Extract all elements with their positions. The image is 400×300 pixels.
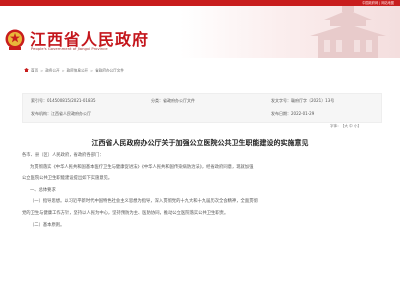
location-icon bbox=[24, 68, 29, 72]
article-title: 江西省人民政府办公厅关于加强公立医院公共卫生职能建设的实施意见 bbox=[91, 139, 309, 147]
paragraph: 为贯彻落实《中华人民共和国基本医疗卫生与健康促进法》《中华人民共和国传染病防治法… bbox=[30, 164, 254, 170]
site-header: 江西省人民政府 People's Government of Jiangxi P… bbox=[0, 6, 400, 58]
font-size-control[interactable]: 字体：【大 中 小】 bbox=[330, 124, 361, 129]
salutation: 各市、县（区）人民政府，省政府各部门： bbox=[22, 153, 104, 158]
meta-category: 分类：省政府办公厅文件 bbox=[151, 98, 195, 103]
paragraph: 党的卫生与健康工作方针，坚持以人民为中心，坚持预防为主、医防协同，推动公立医院落… bbox=[22, 210, 229, 216]
meta-issuer: 发布机构：江西省人民政府办公厅 bbox=[31, 111, 91, 116]
pavilion-illustration bbox=[310, 6, 386, 58]
paragraph: （二）基本原则。 bbox=[30, 222, 65, 228]
section-heading: 一、总体要求 bbox=[30, 187, 56, 193]
breadcrumb-item-home[interactable]: 首页 bbox=[31, 69, 38, 73]
breadcrumb-item-docs[interactable]: 省政府办公厅文件 bbox=[95, 69, 124, 73]
document-meta: 索引号：014500815/2021-01835 分类：省政府办公厅文件 发文字… bbox=[22, 93, 382, 123]
paragraph: （一）指导思想。以习近平新时代中国特色社会主义思想为指导，深入贯彻党的十九大和十… bbox=[30, 199, 258, 205]
breadcrumb-item-affairs[interactable]: 政务公开 bbox=[45, 69, 59, 73]
meta-index: 索引号：014500815/2021-01835 bbox=[31, 98, 96, 103]
site-subtitle: People's Government of Jiangxi Province bbox=[31, 46, 108, 51]
meta-date: 发布日期：2022-01-29 bbox=[271, 111, 315, 116]
paragraph: 公立医院公共卫生职能建设提出如下实施意见。 bbox=[22, 176, 113, 182]
national-emblem-icon bbox=[5, 29, 25, 50]
breadcrumb-bar: 首页 > 政务公开 > 政府信息公开 > 省政府办公厅文件 bbox=[0, 66, 400, 76]
breadcrumb: 首页 > 政务公开 > 政府信息公开 > 省政府办公厅文件 bbox=[24, 68, 124, 74]
breadcrumb-item-info[interactable]: 政府信息公开 bbox=[67, 69, 89, 73]
article-body: 各市、县（区）人民政府，省政府各部门： 为贯彻落实《中华人民共和国基本医疗卫生与… bbox=[22, 150, 378, 231]
meta-docno: 发文字号：赣府厅字〔2021〕13号 bbox=[271, 98, 335, 103]
